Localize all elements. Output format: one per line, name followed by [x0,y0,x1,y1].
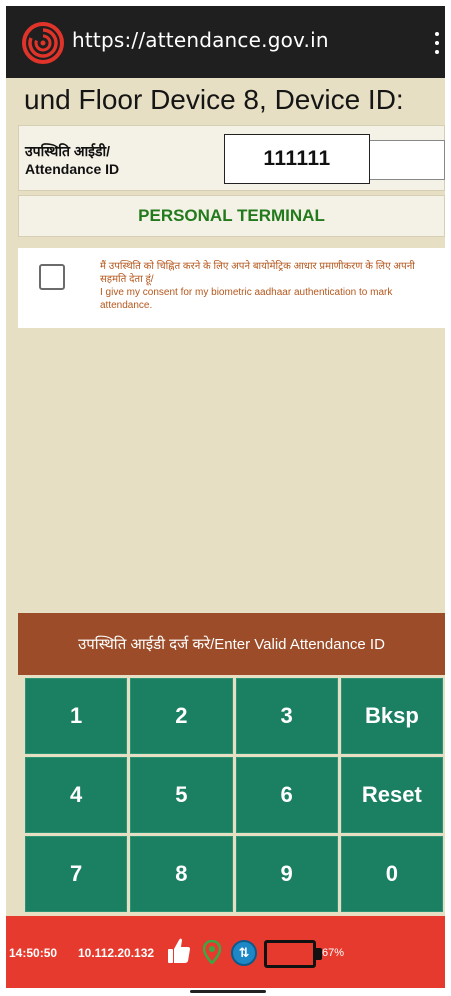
consent-text: मैं उपस्थिति को चिह्नित करने के लिए अपने… [100,260,440,312]
key-4[interactable]: 4 [25,757,128,833]
sync-icon: ⇅ [231,940,257,966]
reset-button[interactable]: Reset [340,757,443,833]
backspace-button[interactable]: Bksp [340,678,443,754]
battery-percent: 67% [322,947,345,959]
key-7[interactable]: 7 [25,836,128,912]
terminal-title: PERSONAL TERMINAL [18,195,445,237]
location-banner: und Floor Device 8, Device ID: [24,84,404,115]
consent-checkbox[interactable] [39,264,65,290]
consent-text-hindi: मैं उपस्थिति को चिह्नित करने के लिए अपने… [100,261,415,285]
home-indicator[interactable] [190,990,266,993]
key-8[interactable]: 8 [130,836,233,912]
thumbs-up-icon [168,938,190,963]
key-0[interactable]: 0 [340,836,443,912]
app-frame: https://attendance.gov.in und Floor Devi… [6,6,445,988]
clock-time: 14:50:50 [9,946,58,960]
key-1[interactable]: 1 [25,678,128,754]
numeric-keypad: 1 2 3 Bksp 4 5 6 Reset 7 8 9 0 [25,678,443,912]
status-message-bar: उपस्थिति आईडी दर्ज करे/Enter Valid Atten… [18,613,445,675]
attendance-id-label: उपस्थिति आईडी/ Attendance ID [25,142,119,178]
consent-text-english: I give my consent for my biometric aadha… [100,287,393,311]
more-vert-icon[interactable] [433,32,441,54]
key-2[interactable]: 2 [130,678,233,754]
attendance-id-value[interactable]: 111111 [224,134,370,184]
aadhaar-fingerprint-logo-icon [22,22,64,64]
ip-address: 10.112.20.132 [78,946,155,960]
battery-icon [264,940,316,968]
url-text[interactable]: https://attendance.gov.in [72,28,329,52]
attendance-id-label-hindi: उपस्थिति आईडी/ [25,143,111,159]
key-6[interactable]: 6 [235,757,338,833]
consent-panel: मैं उपस्थिति को चिह्नित करने के लिए अपने… [18,248,445,328]
attendance-id-label-english: Attendance ID [25,161,120,177]
browser-top-bar: https://attendance.gov.in [6,6,445,78]
key-5[interactable]: 5 [130,757,233,833]
location-pin-icon [203,940,221,964]
key-3[interactable]: 3 [235,678,338,754]
key-9[interactable]: 9 [235,836,338,912]
attendance-id-card: उपस्थिति आईडी/ Attendance ID 111111 [18,125,445,191]
footer-status-bar: 14:50:50 10.112.20.132 ⇅ 67% [6,916,445,988]
